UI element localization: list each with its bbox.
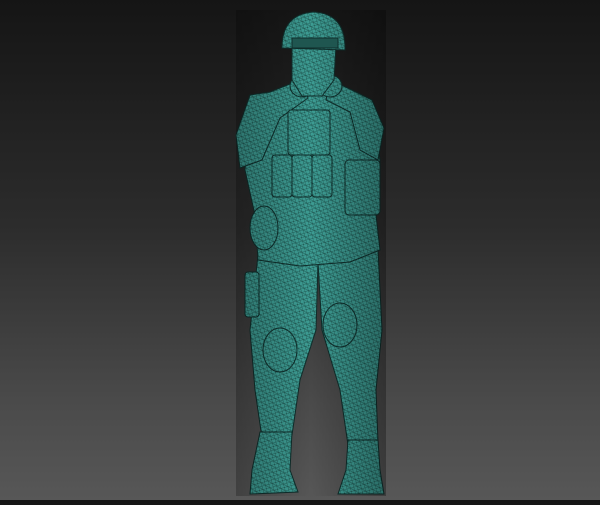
left-knee-pad [263,328,297,372]
holster [245,272,259,317]
right-boot [338,440,384,494]
right-knee-pad [323,303,357,347]
3d-viewport[interactable] [0,0,600,500]
chest-pouch [288,110,330,155]
left-boot [250,432,298,494]
hip-pouch [250,206,278,250]
soldier-mesh-model [0,0,600,500]
goggles [292,38,338,48]
right-leg [318,250,382,445]
